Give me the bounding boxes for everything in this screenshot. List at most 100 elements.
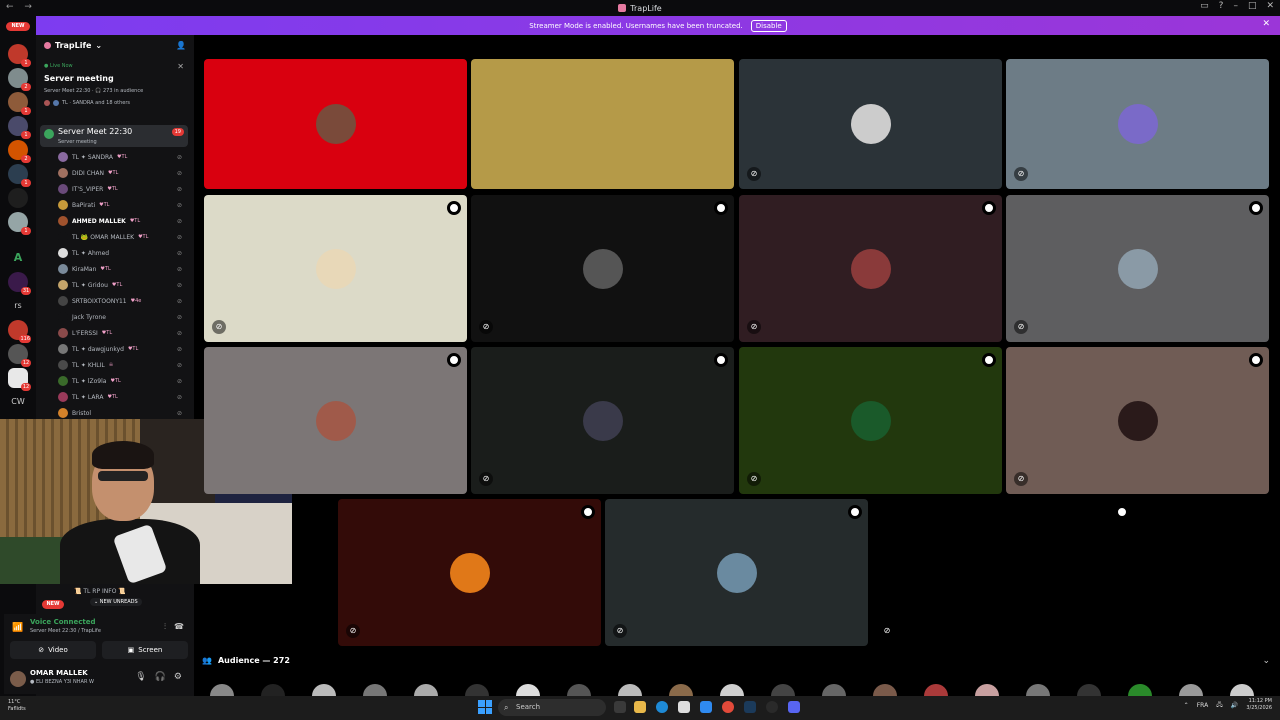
audience-avatar[interactable] bbox=[1179, 684, 1203, 696]
server-icon[interactable]: 1 bbox=[8, 164, 31, 187]
audience-avatar[interactable] bbox=[210, 684, 234, 696]
nav-arrows-icon[interactable]: ← → bbox=[6, 2, 36, 12]
chrome-icon[interactable] bbox=[722, 701, 734, 713]
settings-icon[interactable] bbox=[1249, 353, 1263, 367]
server-icon[interactable] bbox=[8, 188, 28, 208]
chevron-down-icon[interactable]: ⌄ bbox=[1262, 656, 1270, 666]
volume-icon[interactable]: 🔊 bbox=[1231, 702, 1238, 709]
tray-chevron-icon[interactable]: ⌃ bbox=[1184, 702, 1189, 709]
server-traplife[interactable]: 12 bbox=[8, 368, 31, 391]
settings-icon[interactable] bbox=[447, 201, 461, 215]
server-icon[interactable]: 1 bbox=[8, 44, 31, 67]
settings-icon[interactable] bbox=[982, 353, 996, 367]
audience-avatar[interactable] bbox=[771, 684, 795, 696]
audience-avatar[interactable] bbox=[414, 684, 438, 696]
audience-avatar[interactable] bbox=[669, 684, 693, 696]
rp-info-channel[interactable]: 📜 TL RP INFO 📜 bbox=[74, 588, 126, 595]
add-member-icon[interactable]: 👤 bbox=[176, 41, 186, 50]
voice-member[interactable]: Bristol ⊘ bbox=[58, 406, 188, 420]
speaker-tile[interactable]: ⊘ bbox=[605, 499, 868, 646]
audience-avatar[interactable] bbox=[1230, 684, 1254, 696]
disable-button[interactable]: Disable bbox=[750, 19, 787, 32]
audience-avatar[interactable] bbox=[312, 684, 336, 696]
audience-avatar[interactable] bbox=[465, 684, 489, 696]
speaker-tile[interactable] bbox=[204, 59, 467, 189]
audience-avatar[interactable] bbox=[1128, 684, 1152, 696]
start-button[interactable] bbox=[478, 700, 492, 714]
server-purple[interactable]: 31 bbox=[8, 272, 31, 295]
headphones-icon[interactable]: 🎧 bbox=[155, 672, 166, 682]
audience-avatar[interactable] bbox=[618, 684, 642, 696]
speaker-tile[interactable]: ⊘ bbox=[1006, 195, 1269, 342]
audience-avatar[interactable] bbox=[567, 684, 591, 696]
voice-member[interactable]: TL ✦ KHLIL ☠ ⊘ bbox=[58, 358, 188, 372]
screen-button[interactable]: ▣ Screen bbox=[102, 641, 188, 659]
audience-avatar[interactable] bbox=[975, 684, 999, 696]
language-indicator[interactable]: FRA bbox=[1197, 702, 1208, 709]
server-icon[interactable]: 1 bbox=[8, 212, 31, 235]
audience-header[interactable]: 👥 Audience — 272 bbox=[202, 656, 290, 665]
new-unreads-pill[interactable]: ⌄ NEW UNREADS bbox=[90, 598, 142, 606]
audience-avatar[interactable] bbox=[261, 684, 285, 696]
voice-member[interactable]: AHMED MALLEK ♥TL ⊘ bbox=[58, 214, 188, 228]
settings-icon[interactable] bbox=[714, 353, 728, 367]
voice-member[interactable]: TL ✦ LARA ♥TL ⊘ bbox=[58, 390, 188, 404]
voice-member[interactable]: TL ✦ Ahmed ⊘ bbox=[58, 246, 188, 260]
server-header[interactable]: TrapLife ⌄ bbox=[44, 41, 102, 50]
server-icon[interactable]: 1 bbox=[8, 116, 31, 139]
voice-member[interactable]: TL ✦ SANDRA ♥TL ⊘ bbox=[58, 150, 188, 164]
voice-member[interactable]: L'FERSSI ♥TL ⊘ bbox=[58, 326, 188, 340]
audience-avatar[interactable] bbox=[516, 684, 540, 696]
speaker-tile[interactable]: ⊘ bbox=[471, 347, 734, 494]
store-icon[interactable] bbox=[678, 701, 690, 713]
task-view-icon[interactable] bbox=[614, 701, 626, 713]
speaker-tile[interactable]: ⊘ bbox=[338, 499, 601, 646]
audience-avatar[interactable] bbox=[1026, 684, 1050, 696]
help-icon[interactable]: ? bbox=[1219, 1, 1224, 11]
settings-icon[interactable] bbox=[848, 505, 862, 519]
voice-member[interactable]: KiraMan ♥TL ⊘ bbox=[58, 262, 188, 276]
voice-member[interactable]: BaPirati ♥TL ⊘ bbox=[58, 198, 188, 212]
speaker-tile[interactable]: ⊘ bbox=[739, 347, 1002, 494]
discord-icon[interactable] bbox=[788, 701, 800, 713]
maximize-button[interactable]: □ bbox=[1248, 1, 1257, 11]
weather-widget[interactable]: 11°C Faflidts bbox=[8, 699, 26, 713]
settings-icon[interactable] bbox=[982, 201, 996, 215]
voice-member[interactable]: IT'S_VIPER ♥TL ⊘ bbox=[58, 182, 188, 196]
speaker-tile[interactable]: ⊘ bbox=[471, 195, 734, 342]
audience-avatar[interactable] bbox=[924, 684, 948, 696]
speaker-tile[interactable] bbox=[204, 347, 467, 494]
network-icon[interactable]: 🖧 bbox=[1216, 700, 1223, 710]
server-rs[interactable]: rs bbox=[8, 296, 28, 316]
voice-member[interactable]: DIDI CHAN ♥TL ⊘ bbox=[58, 166, 188, 180]
speaker-tile[interactable]: ⊘ bbox=[1006, 59, 1269, 189]
live-event-title[interactable]: Server meeting bbox=[44, 74, 114, 83]
minimize-button[interactable]: – bbox=[1233, 1, 1238, 11]
speaker-tile[interactable]: ⊘ bbox=[204, 195, 467, 342]
close-banner-icon[interactable]: ✕ bbox=[1262, 19, 1270, 29]
voice-channel[interactable]: Server Meet 22:30 / TrapLife bbox=[30, 628, 101, 634]
speaker-tile[interactable]: ⊘ bbox=[739, 195, 1002, 342]
voice-member[interactable]: TL 🐸 OMAR MALLEK ♥TL ⊘ bbox=[58, 230, 188, 244]
voice-member[interactable]: TL ✦ dawgjunkyd ♥TL ⊘ bbox=[58, 342, 188, 356]
server-a[interactable]: A bbox=[8, 248, 28, 268]
audience-avatar[interactable] bbox=[720, 684, 744, 696]
server-icon[interactable]: 2 bbox=[8, 140, 31, 163]
noise-suppression-icon[interactable]: ⫶ bbox=[164, 622, 166, 632]
audience-avatar[interactable] bbox=[1077, 684, 1101, 696]
voice-member[interactable]: TL ✦ Gridou ♥TL ⊘ bbox=[58, 278, 188, 292]
server-gray[interactable]: 12 bbox=[8, 344, 31, 367]
audience-avatar[interactable] bbox=[363, 684, 387, 696]
server-cw[interactable]: CW bbox=[8, 392, 28, 412]
settings-icon[interactable] bbox=[1115, 505, 1129, 519]
voice-member[interactable]: SRTBOIXTOONY11 ♥4e ⊘ bbox=[58, 294, 188, 308]
mic-icon[interactable]: 🎙 bbox=[135, 672, 146, 682]
stage-channel[interactable]: Server Meet 22:30 Server meeting 19 bbox=[40, 125, 188, 147]
voice-member[interactable]: TL ✦ lZo9la ♥TL ⊘ bbox=[58, 374, 188, 388]
server-red[interactable]: 116 bbox=[8, 320, 31, 343]
speaker-tile[interactable]: ⊘ bbox=[1006, 347, 1269, 494]
audience-avatar[interactable] bbox=[822, 684, 846, 696]
settings-icon[interactable] bbox=[714, 201, 728, 215]
speaker-tile[interactable]: ⊘ bbox=[739, 59, 1002, 189]
avatar[interactable] bbox=[10, 671, 26, 687]
